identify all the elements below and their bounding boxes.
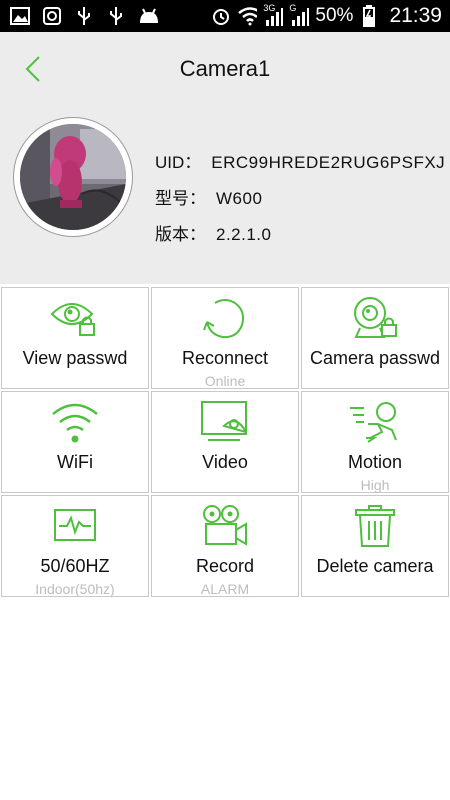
uid-row: UID： ERC99HREDE2RUG6PSFXJ [155, 148, 445, 173]
usb-icon [106, 5, 126, 27]
version-label: 版本： [155, 225, 206, 244]
record-mode: ALARM [200, 581, 250, 597]
version-row: 版本： 2.2.1.0 [155, 220, 272, 245]
page-title: Camera1 [179, 56, 271, 81]
frequency-value: Indoor(50hz) [35, 581, 115, 597]
android-icon [138, 5, 158, 27]
uid-label: UID： [155, 153, 202, 172]
reconnect-status: Online [204, 373, 246, 389]
record-button[interactable]: Record ALARM [151, 495, 299, 597]
wifi-icon [237, 5, 258, 27]
model-label: 型号： [155, 189, 206, 208]
video-button[interactable]: Video [151, 391, 299, 493]
reconnect-button[interactable]: Reconnect Online [151, 287, 299, 389]
camera-header: Camera1 UID： ERC99HREDE2RUG6PSFXJ 型号： W600… [0, 32, 450, 284]
image-icon [10, 5, 30, 27]
camera-passwd-button[interactable]: Camera passwd [301, 287, 449, 389]
uid-value: ERC99HREDE2RUG6PSFXJ [211, 153, 446, 172]
frequency-label: 50/60HZ [40, 556, 110, 576]
motion-icon [350, 402, 397, 443]
usb-icon [74, 5, 94, 27]
model-value: W600 [216, 189, 263, 208]
delete-camera-label: Delete camera [316, 556, 434, 576]
motion-level: High [360, 477, 390, 493]
reconnect-label: Reconnect [181, 348, 269, 368]
battery-percent: 50% [315, 5, 354, 26]
status-bar: 3G G 50% 21:39 [0, 0, 450, 32]
wifi-icon [52, 403, 98, 443]
camera-passwd-label: Camera passwd [309, 348, 441, 368]
motion-label: Motion [347, 452, 403, 472]
eye-lock-icon [50, 303, 95, 336]
sync-icon [42, 5, 62, 27]
trash-icon [355, 505, 395, 547]
network-3g-label: 3G [263, 3, 276, 13]
movie-camera-icon [203, 505, 247, 546]
wifi-label: WiFi [57, 452, 93, 472]
record-label: Record [195, 556, 255, 576]
version-value: 2.2.1.0 [216, 225, 272, 244]
frequency-button[interactable]: 50/60HZ Indoor(50hz) [1, 495, 149, 597]
network-g-label: G [289, 3, 297, 13]
camera-snapshot [14, 118, 132, 236]
wifi-button[interactable]: WiFi [1, 391, 149, 493]
view-passwd-button[interactable]: View passwd [1, 287, 149, 389]
alarm-icon [211, 5, 231, 27]
settings-grid: View passwd Reconnect Online Camera pass… [0, 287, 450, 601]
battery-icon [359, 5, 379, 27]
webcam-lock-icon [354, 297, 397, 338]
model-row: 型号： W600 [155, 184, 262, 209]
video-screen-icon [201, 401, 247, 441]
video-label: Video [202, 452, 248, 472]
refresh-icon [203, 299, 245, 339]
delete-camera-button[interactable]: Delete camera [301, 495, 449, 597]
clock: 21:39 [389, 4, 442, 27]
view-passwd-label: View passwd [22, 348, 128, 368]
waveform-icon [54, 509, 96, 541]
motion-button[interactable]: Motion High [301, 391, 449, 493]
